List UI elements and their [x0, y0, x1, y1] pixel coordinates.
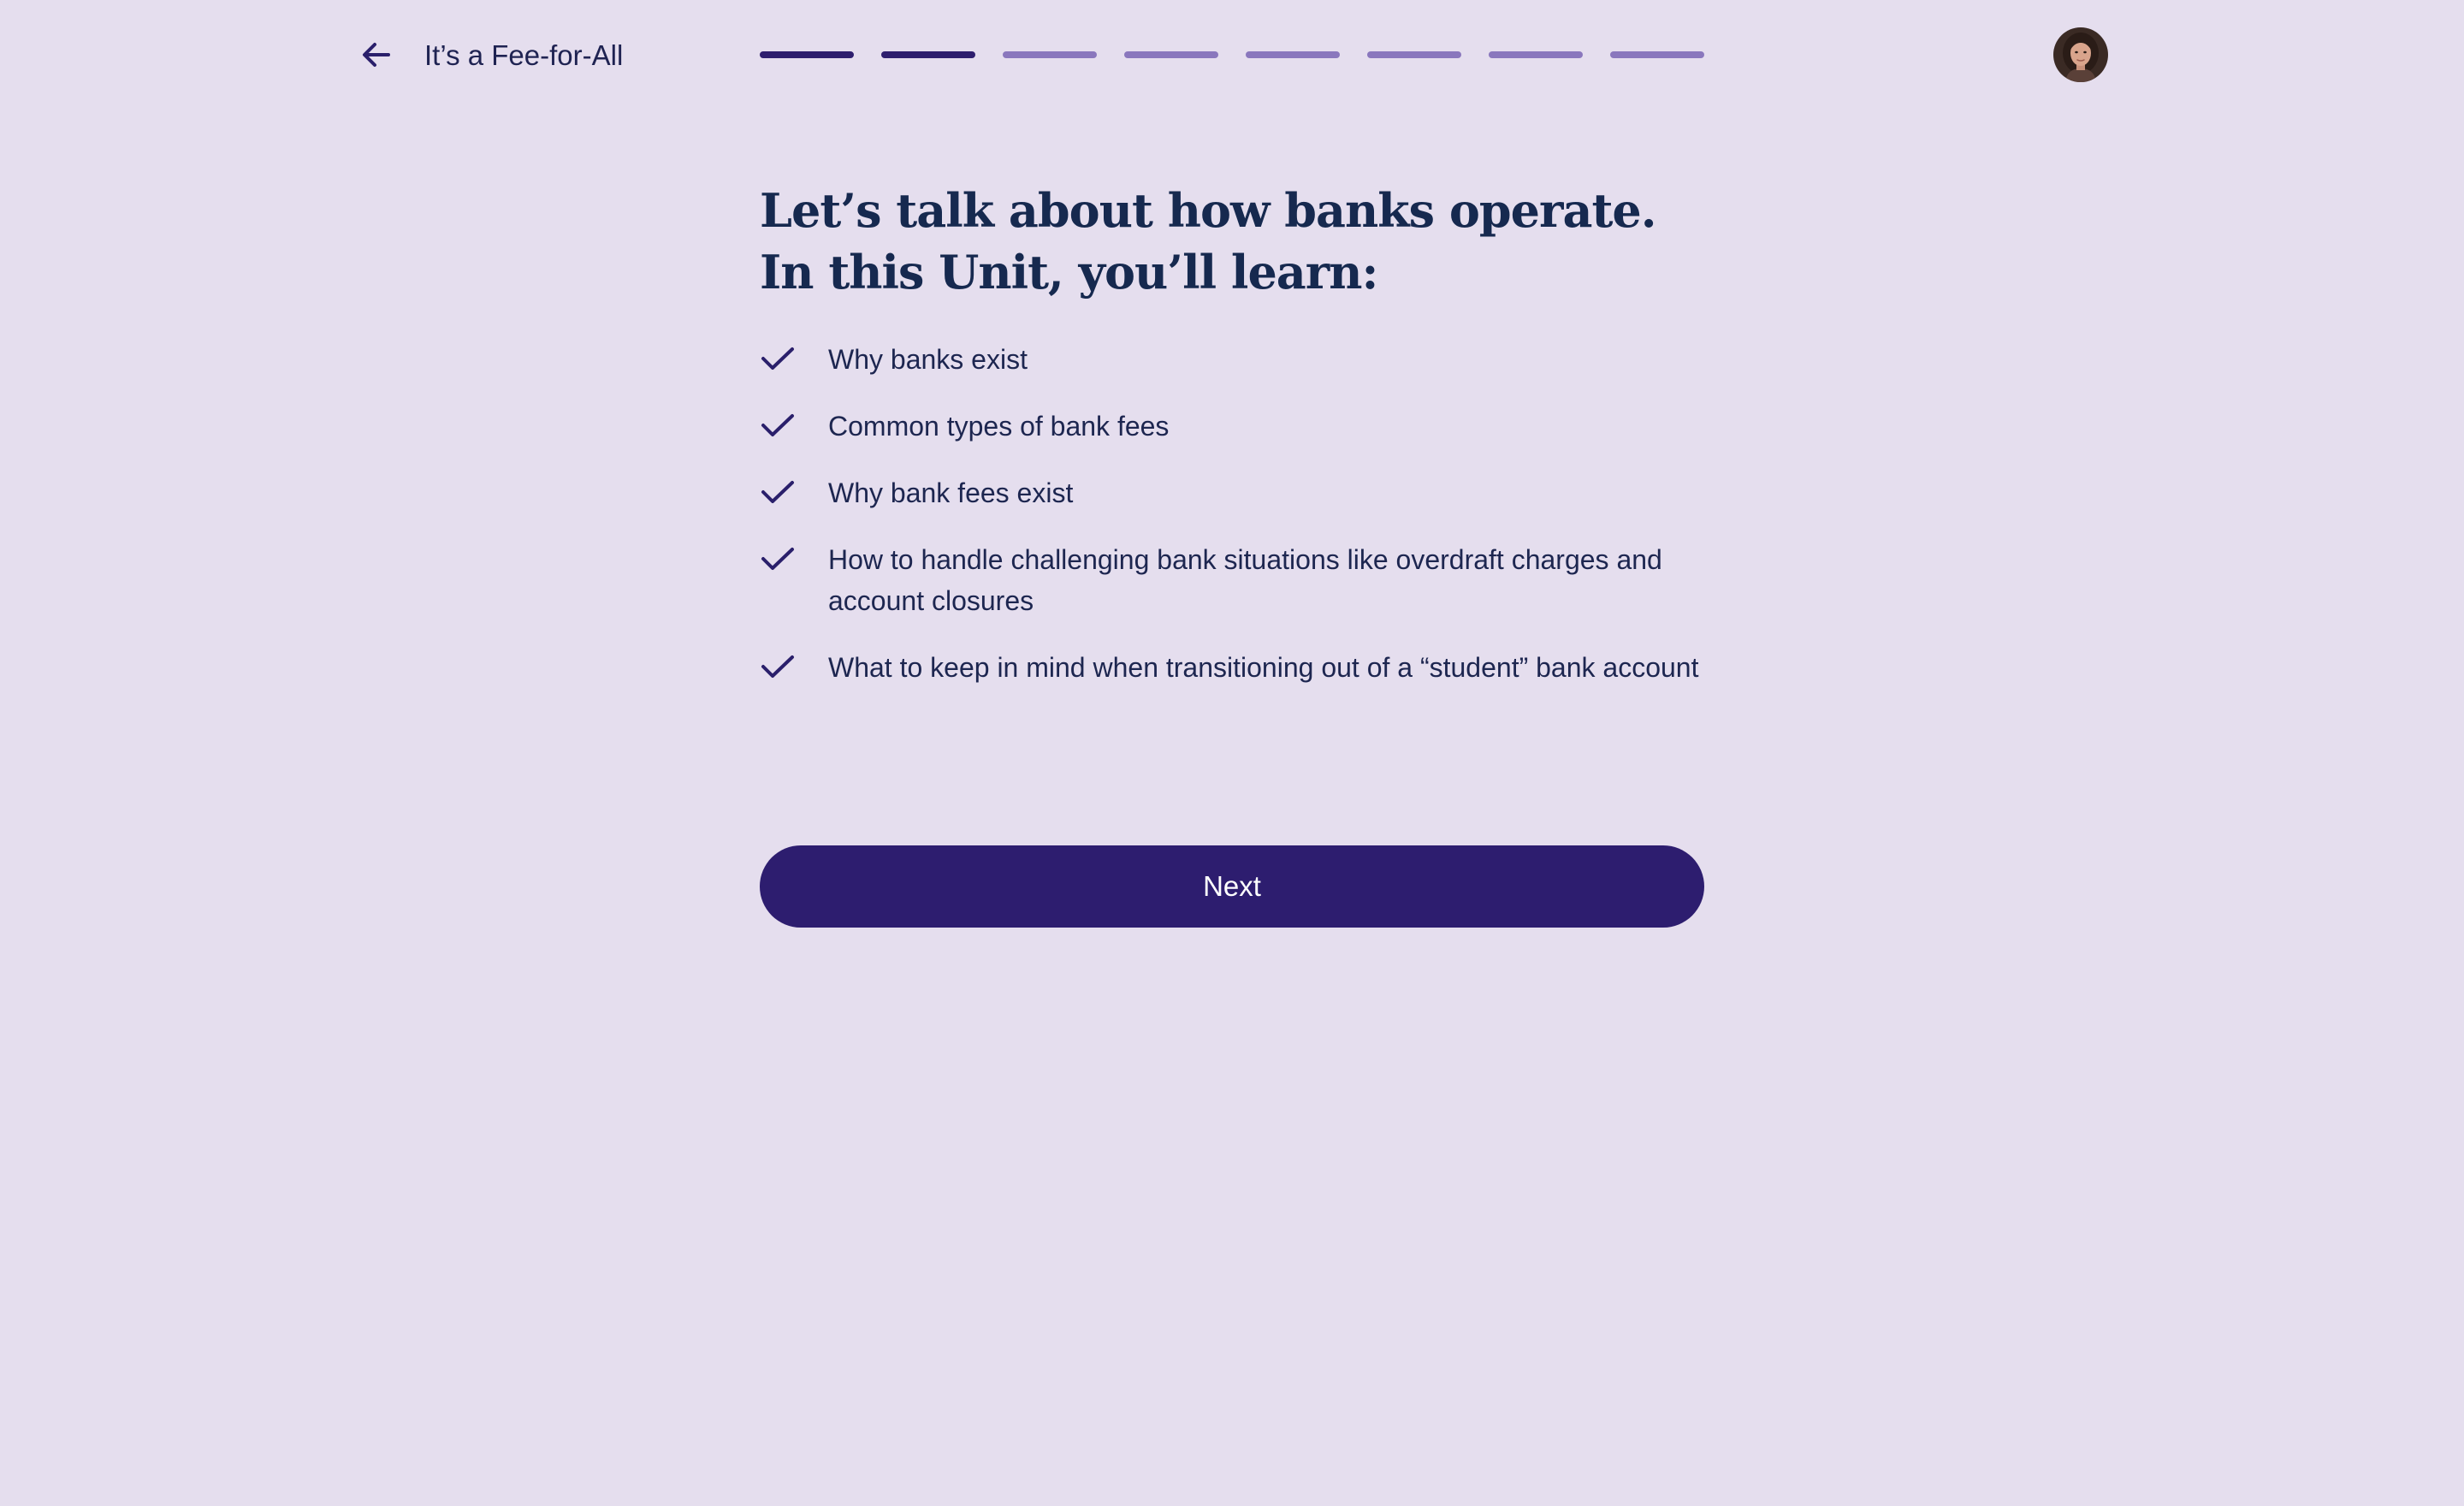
- list-item: Common types of bank fees: [760, 406, 1704, 447]
- unit-intro: Let’s talk about how banks operate. In t…: [760, 180, 1704, 714]
- back-button[interactable]: [346, 31, 407, 79]
- list-item: What to keep in mind when transitioning …: [760, 647, 1704, 688]
- list-item: How to handle challenging bank situation…: [760, 539, 1704, 621]
- objective-text: Why banks exist: [828, 344, 1028, 375]
- progress-segment: [1246, 51, 1340, 58]
- objective-text: Common types of bank fees: [828, 411, 1170, 442]
- arrow-left-icon: [363, 43, 390, 67]
- learning-objectives-list: Why banks exist Common types of bank fee…: [760, 339, 1704, 688]
- page-heading: Let’s talk about how banks operate. In t…: [760, 183, 1657, 299]
- list-item: Why banks exist: [760, 339, 1704, 380]
- progress-segment: [1003, 51, 1097, 58]
- list-item: Why bank fees exist: [760, 472, 1704, 513]
- progress-segment: [1610, 51, 1704, 58]
- checkmark-icon: [760, 472, 799, 513]
- checkmark-icon: [760, 539, 799, 580]
- progress-segment: [1124, 51, 1218, 58]
- objective-text: Why bank fees exist: [828, 477, 1074, 508]
- progress-segment: [881, 51, 975, 58]
- progress-segment: [760, 51, 854, 58]
- user-avatar[interactable]: [2053, 27, 2108, 82]
- progress-segment: [1489, 51, 1583, 58]
- progress-segment: [1367, 51, 1461, 58]
- objective-text: How to handle challenging bank situation…: [828, 544, 1662, 616]
- progress-bar: [760, 51, 1704, 59]
- checkmark-icon: [760, 406, 799, 447]
- checkmark-icon: [760, 647, 799, 688]
- objective-text: What to keep in mind when transitioning …: [828, 652, 1699, 683]
- unit-title: It’s a Fee-for-All: [424, 39, 624, 71]
- next-button[interactable]: Next: [760, 845, 1704, 928]
- checkmark-icon: [760, 339, 799, 380]
